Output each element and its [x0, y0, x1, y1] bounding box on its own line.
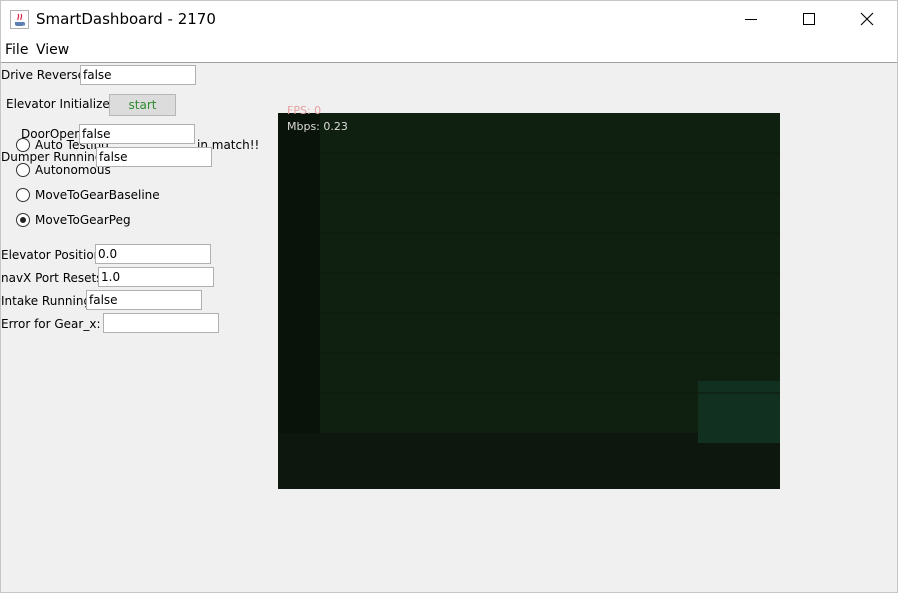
navx-port-resets-field[interactable]: 1.0 [98, 267, 214, 287]
drive-reverse-field[interactable]: false [80, 65, 196, 85]
close-icon [860, 12, 874, 26]
door-open-label: DoorOpen [21, 127, 82, 141]
camera-stream-view [278, 113, 780, 489]
dumper-running-label: Dumper Running [1, 150, 103, 164]
camera-mbps-readout: Mbps: 0.23 [287, 120, 348, 133]
auto-option-autonomous[interactable]: Autonomous [35, 163, 111, 177]
minimize-icon [745, 19, 757, 20]
error-gear-x-label: Error for Gear_x: [1, 317, 101, 331]
intake-running-field[interactable]: false [86, 290, 202, 310]
camera-fps-readout: FPS: 0 [287, 104, 322, 117]
minimize-button[interactable] [723, 1, 781, 38]
window-title: SmartDashboard - 2170 [36, 10, 216, 28]
elevator-initialize-label: Elevator Initialize [6, 97, 110, 111]
close-button[interactable] [839, 1, 897, 38]
door-open-field[interactable]: false [79, 124, 195, 144]
intake-running-label: Intake Running [1, 294, 92, 308]
java-app-icon [10, 10, 29, 29]
auto-radio-move-to-gear-peg[interactable] [16, 213, 30, 227]
maximize-button[interactable] [781, 1, 839, 38]
menu-bar: File View [1, 38, 897, 63]
auto-option-move-to-gear-peg[interactable]: MoveToGearPeg [35, 213, 131, 227]
drive-reverse-label: Drive Reverse [1, 68, 86, 82]
menu-file[interactable]: File [5, 42, 28, 58]
title-bar[interactable]: SmartDashboard - 2170 [1, 1, 897, 38]
elevator-position-label: Elevator Position [1, 248, 102, 262]
navx-port-resets-label: navX Port Resets [1, 271, 103, 285]
maximize-icon [803, 13, 815, 25]
auto-radio-autonomous[interactable] [16, 163, 30, 177]
auto-option-move-to-gear-baseline[interactable]: MoveToGearBaseline [35, 188, 160, 202]
auto-radio-move-to-gear-baseline[interactable] [16, 188, 30, 202]
elevator-position-field[interactable]: 0.0 [95, 244, 211, 264]
dumper-running-field[interactable]: false [96, 147, 212, 167]
error-gear-x-field[interactable] [103, 313, 219, 333]
camera-frame-image [278, 113, 780, 489]
elevator-initialize-start-button[interactable]: start [109, 94, 176, 116]
menu-view[interactable]: View [36, 42, 69, 58]
